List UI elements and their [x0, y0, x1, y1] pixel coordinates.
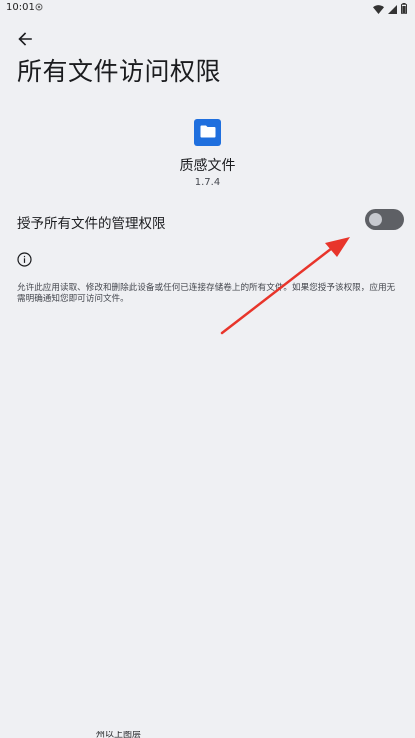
wifi-icon: [373, 0, 384, 18]
status-bar: 10:01: [0, 0, 415, 18]
bottom-partial-text: 州以上图层: [96, 731, 142, 738]
status-time: 10:01: [6, 2, 35, 13]
annotation-arrow: [220, 237, 350, 335]
app-icon: [194, 119, 221, 146]
signal-icon: [388, 0, 397, 18]
permission-description: 允许此应用读取、修改和删除此设备或任何已连接存储卷上的所有文件。如果您授予该权限…: [17, 283, 396, 304]
app-version: 1.7.4: [194, 177, 221, 188]
permission-row[interactable]: 授予所有文件的管理权限: [0, 203, 415, 239]
permission-toggle[interactable]: [365, 209, 404, 230]
shield-dot-icon: [35, 3, 43, 13]
status-icons: [373, 2, 407, 14]
folder-icon: [200, 123, 216, 142]
page-title: 所有文件访问权限: [17, 57, 222, 86]
battery-icon: [401, 0, 407, 18]
app-name: 质感文件: [179, 158, 236, 174]
back-button[interactable]: [12, 28, 38, 52]
permission-label: 授予所有文件的管理权限: [17, 216, 166, 232]
toggle-knob: [369, 213, 382, 226]
arrow-back-icon: [18, 31, 32, 50]
info-icon: [17, 252, 32, 267]
